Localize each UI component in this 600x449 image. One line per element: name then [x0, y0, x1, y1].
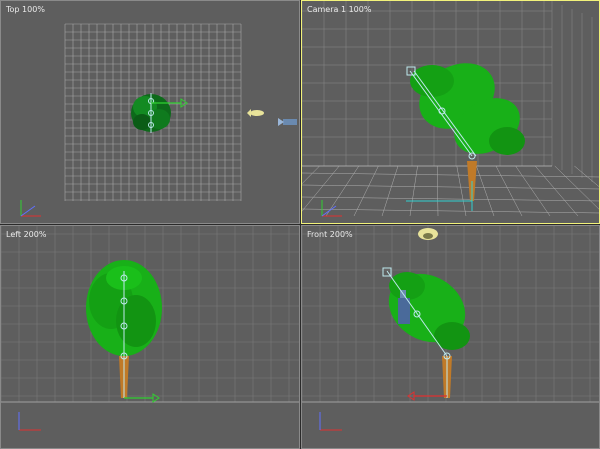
viewport-front[interactable]: Front 200% [301, 225, 600, 449]
xyz-axis-icon [319, 412, 342, 431]
xyz-axis-icon [321, 200, 342, 217]
viewport-label-top[interactable]: Top 100% [6, 5, 45, 14]
viewport-label-front[interactable]: Front 200% [307, 230, 353, 239]
viewport-camera[interactable]: Camera 1 100% [301, 0, 600, 224]
viewport-label-left[interactable]: Left 200% [6, 230, 46, 239]
camera-icon[interactable] [278, 118, 297, 126]
move-gizmo-icon[interactable] [124, 393, 160, 403]
tree-front-foliage [388, 272, 470, 350]
viewport-left[interactable]: Left 200% [0, 225, 300, 449]
top-scene [64, 23, 297, 201]
xyz-axis-icon [20, 200, 41, 217]
camera-scene [302, 1, 599, 217]
move-gizmo-icon[interactable] [407, 391, 447, 401]
light-icon[interactable] [247, 109, 264, 117]
tree-camera-foliage [410, 63, 525, 155]
light-icon[interactable] [418, 228, 438, 240]
xyz-axis-icon [18, 412, 41, 431]
viewport-top[interactable]: Top 100% [0, 0, 300, 224]
viewport-label-camera[interactable]: Camera 1 100% [307, 5, 371, 14]
